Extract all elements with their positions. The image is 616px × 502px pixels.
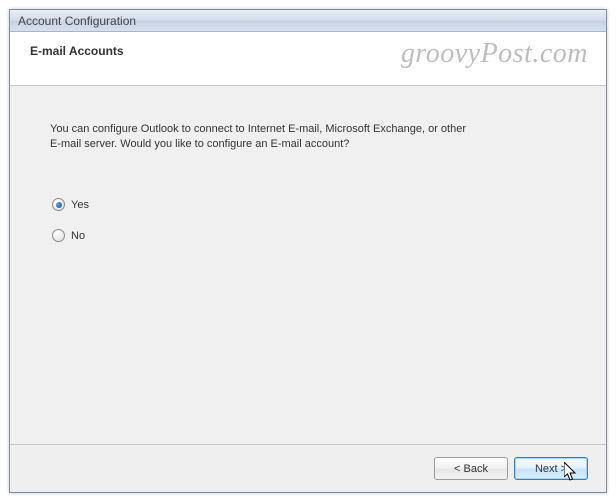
wizard-window: Account Configuration E-mail Accounts gr… xyxy=(9,9,607,493)
radio-option-yes[interactable]: Yes xyxy=(52,198,89,211)
next-button[interactable]: Next > xyxy=(514,457,588,480)
radio-option-no[interactable]: No xyxy=(52,229,85,242)
radio-label-yes: Yes xyxy=(71,199,89,211)
radio-label-no: No xyxy=(71,230,85,242)
configure-radio-group: Yes No xyxy=(52,198,566,242)
radio-icon xyxy=(52,229,65,242)
page-heading: E-mail Accounts xyxy=(30,44,586,58)
titlebar: Account Configuration xyxy=(10,10,606,32)
wizard-footer: < Back Next > xyxy=(10,444,606,492)
prompt-text: You can configure Outlook to connect to … xyxy=(50,122,470,152)
radio-icon xyxy=(52,198,65,211)
wizard-header: E-mail Accounts groovyPost.com xyxy=(10,32,606,86)
window-title: Account Configuration xyxy=(18,14,136,28)
back-button[interactable]: < Back xyxy=(434,457,508,480)
wizard-content: You can configure Outlook to connect to … xyxy=(10,86,606,442)
